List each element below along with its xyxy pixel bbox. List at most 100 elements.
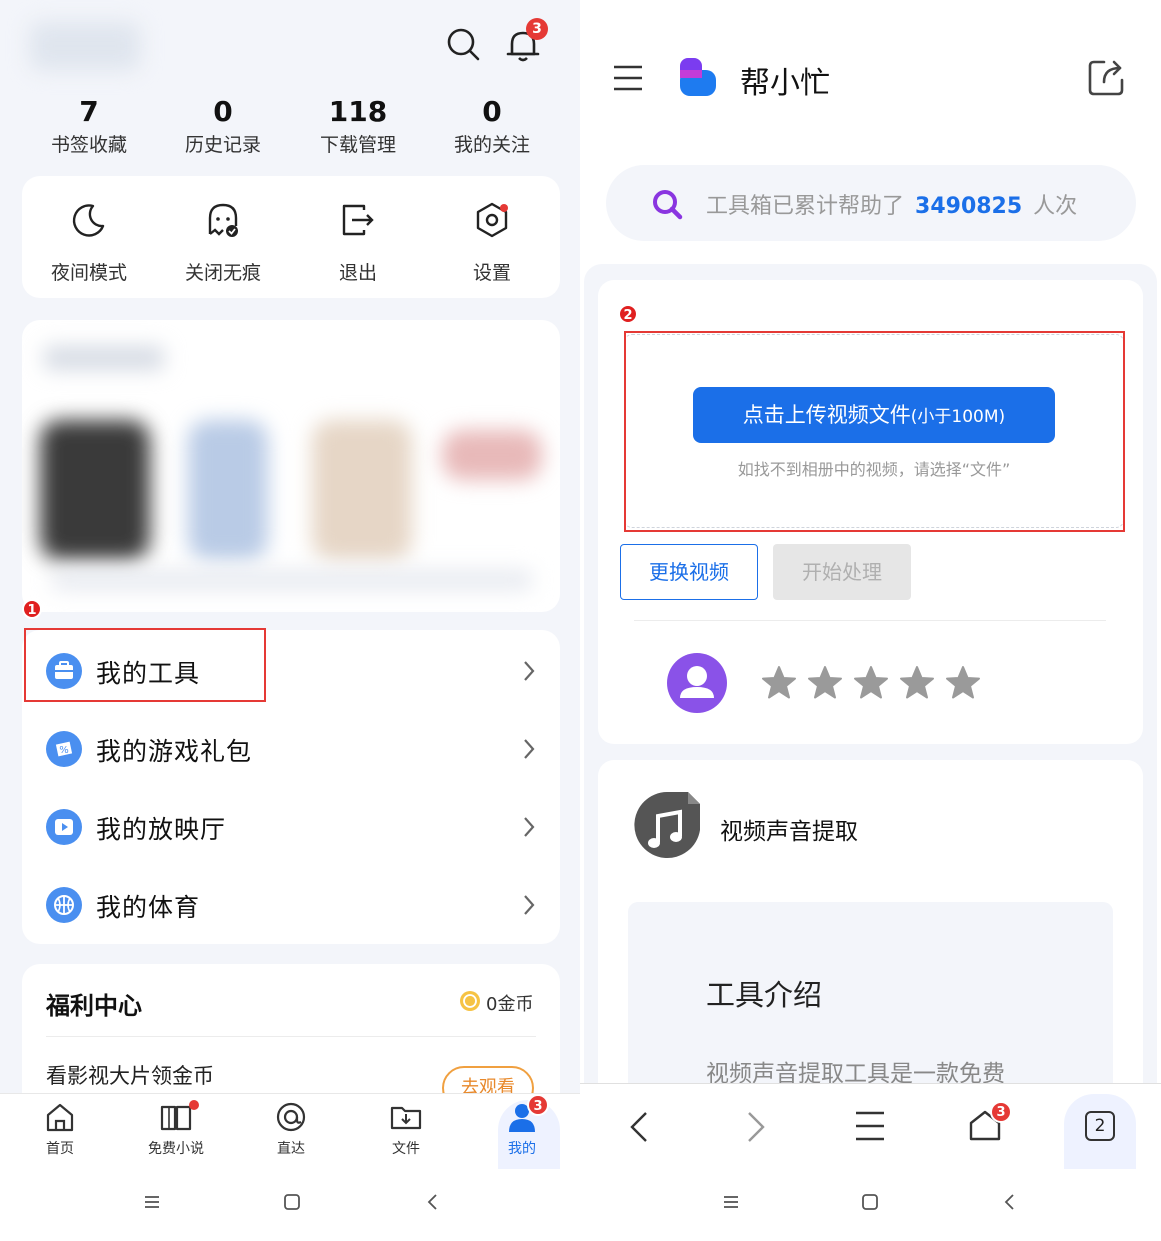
- menu-item-label: 我的体育: [96, 893, 201, 922]
- usage-text: 工具箱已累计帮助了 3490825 人次: [706, 188, 1077, 220]
- tool-name: 视频声音提取: [720, 819, 858, 845]
- night-mode-button[interactable]: 夜间模式: [22, 200, 156, 285]
- menu-item-screening-room[interactable]: 我的放映厅: [22, 788, 560, 866]
- profile-panel: 3 7 书签收藏 0 历史记录 118 下载管理 0 我的关注 夜间模式 关闭无…: [0, 0, 580, 1241]
- welfare-title: 福利中心: [46, 992, 142, 1020]
- stat-bookmarks[interactable]: 7 书签收藏: [22, 92, 156, 158]
- forward-arrow-icon[interactable]: [745, 1110, 767, 1144]
- highlight-box-my-tools: [24, 628, 266, 702]
- search-icon: [650, 187, 684, 221]
- stat-following[interactable]: 0 我的关注: [425, 92, 559, 158]
- step-marker-2: 2: [618, 304, 638, 324]
- rating-star-icon[interactable]: [898, 664, 936, 702]
- profile-icon: 3: [505, 1094, 549, 1134]
- welfare-task-label: 看影视大片领金币: [46, 1064, 214, 1088]
- recents-icon[interactable]: [722, 1193, 740, 1211]
- blurred-username: [30, 22, 140, 70]
- usage-prefix: 工具箱已累计帮助了: [706, 194, 905, 219]
- tab-label: 文件: [392, 1141, 420, 1157]
- back-arrow-icon[interactable]: [628, 1110, 650, 1144]
- tool-panel: 帮小忙 工具箱已累计帮助了 3490825 人次 2 点击上传视频文件(小于10…: [580, 0, 1161, 1241]
- notification-badge: 3: [526, 18, 548, 40]
- blurred-thumb: [188, 420, 268, 560]
- coin-icon: [459, 990, 481, 1012]
- usage-count: 3490825: [915, 194, 1023, 219]
- tab-count-button[interactable]: 2: [1085, 1111, 1115, 1141]
- tab-mine[interactable]: 3 我的: [464, 1094, 580, 1170]
- home-button-icon[interactable]: [861, 1193, 879, 1211]
- music-file-icon: [632, 790, 702, 868]
- settings-button[interactable]: 设置: [425, 200, 559, 285]
- rating-star-icon[interactable]: [806, 664, 844, 702]
- stat-downloads[interactable]: 118 下载管理: [291, 92, 425, 158]
- logout-button[interactable]: 退出: [291, 200, 425, 285]
- system-nav-bar: [0, 1169, 580, 1241]
- chevron-right-icon: [522, 893, 536, 917]
- quick-action-label: 关闭无痕: [184, 262, 261, 284]
- recents-icon[interactable]: [143, 1193, 161, 1211]
- app-title: 帮小忙: [740, 66, 830, 101]
- home-button-icon[interactable]: [283, 1193, 301, 1211]
- divider: [634, 620, 1106, 621]
- menu-lines-icon[interactable]: [854, 1110, 886, 1142]
- stat-label: 我的关注: [453, 134, 530, 156]
- moon-icon: [69, 200, 109, 240]
- highlight-box-upload: [624, 331, 1125, 532]
- usage-suffix: 人次: [1033, 194, 1078, 219]
- menu-item-game-gifts[interactable]: % 我的游戏礼包: [22, 710, 560, 788]
- quick-action-label: 退出: [338, 262, 377, 284]
- share-icon[interactable]: [1086, 56, 1128, 98]
- menu-item-label: 我的放映厅: [96, 815, 227, 844]
- blurred-caption: [52, 570, 532, 590]
- rating-star-icon[interactable]: [852, 664, 890, 702]
- quick-action-label: 夜间模式: [50, 262, 127, 284]
- stat-value: 7: [79, 95, 99, 128]
- blurred-thumb: [442, 430, 542, 480]
- search-icon[interactable]: [445, 26, 481, 62]
- stat-label: 下载管理: [319, 134, 396, 156]
- system-nav-bar: [580, 1169, 1161, 1241]
- chevron-right-icon: [522, 815, 536, 839]
- quick-action-label: 设置: [472, 262, 511, 284]
- stat-value: 0: [482, 95, 502, 128]
- home-icon: [43, 1100, 77, 1134]
- unread-dot: [189, 1100, 199, 1110]
- tab-files[interactable]: 文件: [348, 1100, 464, 1158]
- coin-balance[interactable]: 0金币: [486, 990, 533, 1016]
- tab-novels[interactable]: 免费小说: [118, 1100, 234, 1158]
- tab-direct[interactable]: 直达: [233, 1100, 349, 1158]
- menu-item-label: 我的游戏礼包: [96, 737, 253, 766]
- blurred-thumb: [312, 420, 412, 560]
- rating-star-icon[interactable]: [760, 664, 798, 702]
- browser-toolbar: 3 2: [580, 1083, 1161, 1170]
- book-icon: [159, 1100, 199, 1134]
- blurred-recommendation-card: [22, 320, 560, 612]
- play-icon: [46, 809, 82, 845]
- stat-value: 0: [213, 95, 233, 128]
- step-marker-1: 1: [22, 599, 42, 619]
- back-button-icon[interactable]: [1001, 1193, 1019, 1211]
- intro-title: 工具介绍: [706, 978, 823, 1012]
- direct-icon: [274, 1100, 308, 1134]
- incognito-toggle[interactable]: 关闭无痕: [156, 200, 290, 285]
- folder-icon: [389, 1100, 423, 1134]
- change-video-button[interactable]: 更换视频: [620, 544, 758, 600]
- stat-label: 书签收藏: [50, 134, 127, 156]
- divider: [46, 1036, 536, 1037]
- stat-history[interactable]: 0 历史记录: [156, 92, 290, 158]
- game-gift-icon: %: [46, 731, 82, 767]
- stat-value: 118: [328, 95, 388, 128]
- tab-badge: 3: [527, 1094, 549, 1116]
- tab-label: 直达: [277, 1141, 305, 1157]
- logout-icon: [338, 200, 378, 240]
- bottom-tab-bar: 首页 免费小说 直达 文件 3 我的: [0, 1093, 580, 1170]
- menu-item-sports[interactable]: 我的体育: [22, 866, 560, 944]
- back-button-icon[interactable]: [424, 1193, 442, 1211]
- tab-label: 首页: [46, 1141, 74, 1157]
- rating-star-icon[interactable]: [944, 664, 982, 702]
- menu-icon[interactable]: [612, 64, 644, 92]
- tab-home[interactable]: 首页: [2, 1100, 118, 1158]
- usage-search-bar[interactable]: 工具箱已累计帮助了 3490825 人次: [606, 165, 1136, 241]
- start-process-button[interactable]: 开始处理: [773, 544, 911, 600]
- svg-text:%: %: [59, 745, 69, 756]
